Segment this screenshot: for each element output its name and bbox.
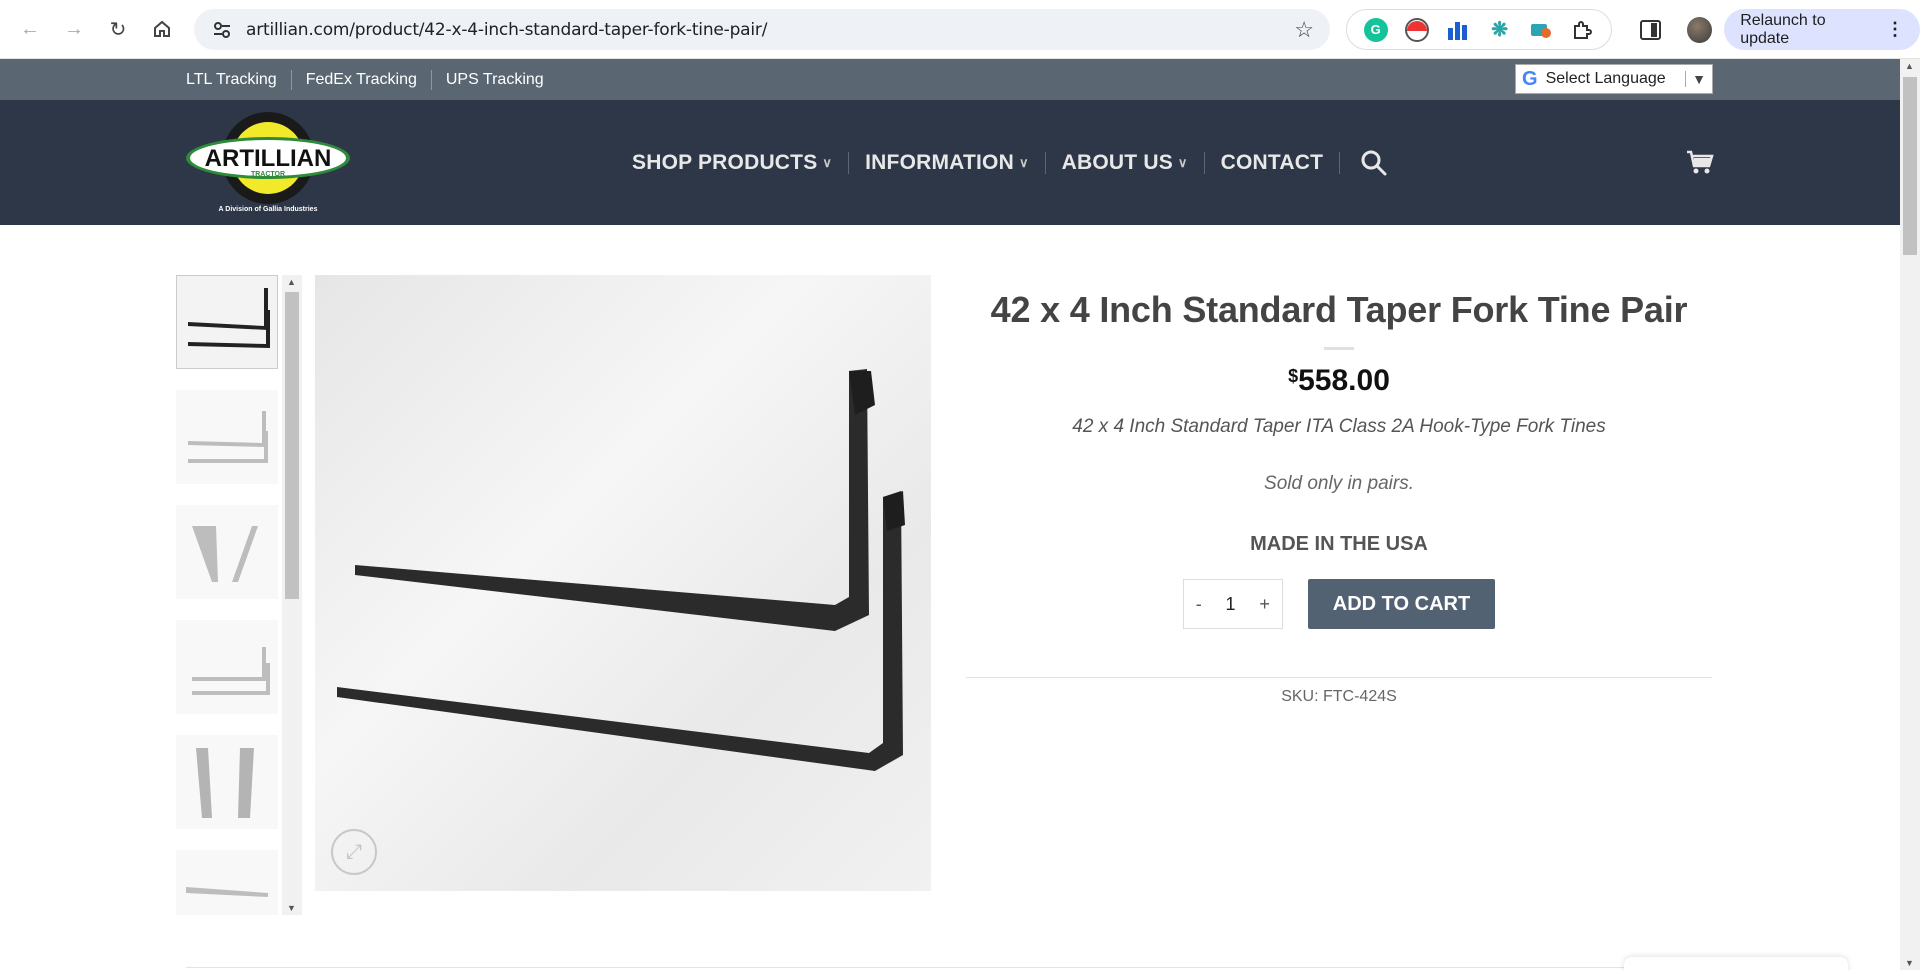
nav-contact[interactable]: CONTACT bbox=[1221, 151, 1324, 175]
address-bar[interactable]: artillian.com/product/42-x-4-inch-standa… bbox=[194, 9, 1330, 50]
page-scrollbar[interactable]: ▲ ▼ bbox=[1900, 59, 1920, 970]
thumbnail-scrollbar[interactable]: ▲ ▼ bbox=[282, 275, 302, 915]
product-title: 42 x 4 Inch Standard Taper Fork Tine Pai… bbox=[990, 289, 1688, 330]
nav-divider bbox=[848, 151, 850, 174]
logo-tagline: A Division of Gallia Industries bbox=[219, 206, 318, 213]
more-menu-icon[interactable]: ⋮ bbox=[1886, 19, 1904, 40]
product-thumbnail[interactable] bbox=[176, 390, 278, 484]
product-main-image[interactable]: ⤢ bbox=[315, 275, 931, 891]
product-thumbnail[interactable] bbox=[176, 735, 278, 829]
scroll-up-icon[interactable]: ▲ bbox=[1905, 61, 1914, 71]
title-divider bbox=[1324, 347, 1354, 350]
summary-divider bbox=[966, 677, 1712, 678]
nav-label: INFORMATION bbox=[865, 150, 1014, 174]
top-bar: LTL Tracking FedEx Tracking UPS Tracking… bbox=[0, 59, 1920, 100]
nav-divider bbox=[1203, 151, 1205, 174]
section-divider bbox=[186, 967, 1712, 968]
zoom-icon[interactable]: ⤢ bbox=[331, 829, 377, 875]
product-subtitle: 42 x 4 Inch Standard Taper ITA Class 2A … bbox=[1072, 416, 1606, 437]
site-header: ARTILLIAN TRACTOR A Division of Gallia I… bbox=[0, 100, 1920, 225]
grammarly-icon[interactable]: G bbox=[1363, 17, 1388, 42]
cart-icon[interactable] bbox=[1686, 150, 1714, 176]
ups-tracking-link[interactable]: UPS Tracking bbox=[446, 71, 544, 89]
add-to-cart-button[interactable]: ADD TO CART bbox=[1307, 579, 1496, 629]
nav-divider bbox=[1044, 151, 1046, 174]
product-page: ▲ ▼ ⤢ 42 x 4 Inch Standard Taper Fork Ti… bbox=[0, 225, 1920, 970]
google-icon: G bbox=[1522, 67, 1538, 90]
relaunch-label: Relaunch to update bbox=[1740, 11, 1826, 47]
cloud-icon[interactable] bbox=[1529, 18, 1553, 42]
tracking-links: LTL Tracking FedEx Tracking UPS Tracking bbox=[186, 59, 544, 100]
scroll-down-icon[interactable]: ▼ bbox=[287, 903, 296, 913]
nav-about-us[interactable]: ABOUT US ∨ bbox=[1062, 151, 1188, 175]
nav-label: ABOUT US bbox=[1061, 150, 1173, 174]
product-thumbnail[interactable] bbox=[176, 620, 278, 714]
made-in-usa: MADE IN THE USA bbox=[1250, 533, 1428, 555]
scroll-down-icon[interactable]: ▼ bbox=[1905, 958, 1914, 968]
product-thumbnail[interactable] bbox=[176, 505, 278, 599]
forward-arrow-icon[interactable]: → bbox=[56, 11, 92, 47]
relaunch-button[interactable]: Relaunch to update ⋮ bbox=[1724, 9, 1920, 50]
profile-avatar[interactable] bbox=[1687, 16, 1713, 43]
logo-text: ARTILLIAN bbox=[205, 145, 332, 172]
dropdown-arrow-icon: ▼ bbox=[1685, 71, 1706, 87]
divider bbox=[290, 69, 292, 90]
extensions-bar: G ❋ bbox=[1346, 9, 1612, 50]
qty-increase-button[interactable]: + bbox=[1259, 594, 1270, 615]
qty-decrease-button[interactable]: - bbox=[1196, 594, 1202, 615]
scrollbar-thumb[interactable] bbox=[1903, 77, 1917, 255]
quantity-stepper: - 1 + bbox=[1182, 579, 1283, 629]
product-price: $558.00 bbox=[966, 364, 1712, 398]
puzzle-icon[interactable] bbox=[1570, 18, 1594, 42]
logo-sub: TRACTOR bbox=[251, 171, 285, 178]
currency-symbol: $ bbox=[1288, 366, 1299, 386]
ltl-tracking-link[interactable]: LTL Tracking bbox=[186, 71, 277, 89]
nav-shop-products[interactable]: SHOP PRODUCTS ∨ bbox=[632, 151, 832, 175]
home-icon[interactable] bbox=[144, 11, 180, 47]
fedex-tracking-link[interactable]: FedEx Tracking bbox=[306, 71, 417, 89]
nav-information[interactable]: INFORMATION ∨ bbox=[865, 151, 1029, 175]
chart-icon[interactable] bbox=[1446, 18, 1470, 42]
product-thumbnail[interactable] bbox=[176, 275, 278, 369]
main-navigation: SHOP PRODUCTS ∨ INFORMATION ∨ ABOUT US ∨ CO… bbox=[632, 100, 1388, 225]
search-icon[interactable] bbox=[1360, 149, 1388, 177]
site-info-icon[interactable] bbox=[210, 18, 234, 42]
product-summary: 42 x 4 Inch Standard Taper Fork Tine Pai… bbox=[966, 275, 1712, 706]
scroll-up-icon[interactable]: ▲ bbox=[287, 277, 296, 287]
site-logo[interactable]: ARTILLIAN TRACTOR A Division of Gallia I… bbox=[186, 110, 352, 214]
add-to-cart-row: - 1 + ADD TO CART bbox=[966, 579, 1712, 629]
sold-note: Sold only in pairs. bbox=[1264, 473, 1414, 494]
language-select-label: Select Language bbox=[1545, 70, 1666, 87]
price-value: 558.00 bbox=[1298, 364, 1390, 397]
nav-divider bbox=[1339, 151, 1341, 174]
nav-label: CONTACT bbox=[1220, 150, 1324, 174]
product-thumbnail[interactable] bbox=[176, 850, 278, 915]
product-sku: SKU: FTC-424S bbox=[1281, 688, 1397, 705]
scrollbar-thumb[interactable] bbox=[285, 292, 299, 599]
qty-input[interactable]: 1 bbox=[1226, 594, 1236, 615]
browser-toolbar: ← → ↻ artillian.com/product/42-x-4-inch-… bbox=[0, 0, 1920, 59]
back-arrow-icon[interactable]: ← bbox=[12, 11, 48, 47]
reload-icon[interactable]: ↻ bbox=[100, 11, 136, 47]
chevron-down-icon: ∨ bbox=[822, 154, 833, 170]
chevron-down-icon: ∨ bbox=[1177, 154, 1188, 170]
bookmark-star-icon[interactable]: ☆ bbox=[1294, 17, 1314, 43]
chat-widget[interactable] bbox=[1624, 957, 1848, 970]
language-select[interactable]: G Select Language ▼ bbox=[1515, 64, 1713, 94]
openai-icon[interactable]: ❋ bbox=[1488, 18, 1512, 42]
url-text[interactable]: artillian.com/product/42-x-4-inch-standa… bbox=[246, 20, 1294, 40]
nav-label: SHOP PRODUCTS bbox=[632, 150, 818, 174]
chevron-down-icon: ∨ bbox=[1018, 154, 1029, 170]
side-panel-icon[interactable] bbox=[1640, 19, 1662, 40]
pokeball-icon[interactable] bbox=[1404, 17, 1429, 42]
divider bbox=[430, 69, 432, 90]
